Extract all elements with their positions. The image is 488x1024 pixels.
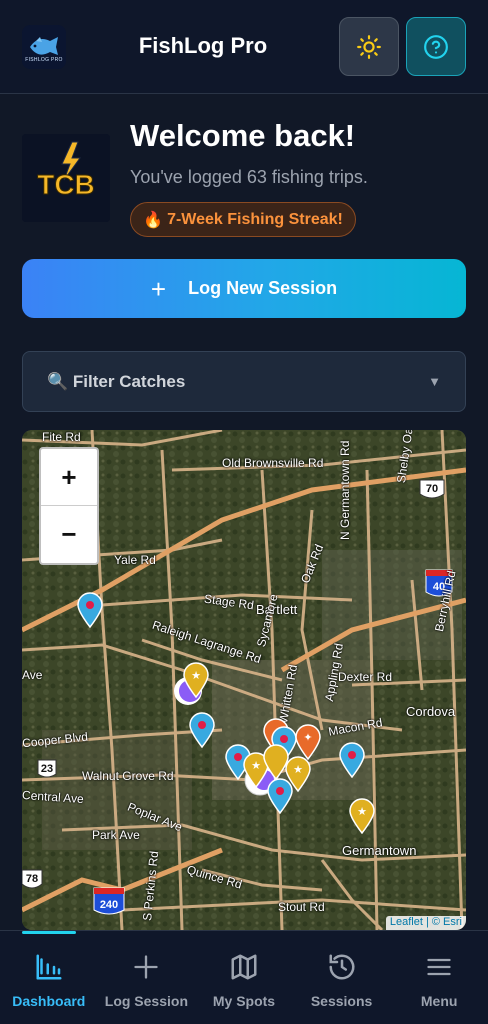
svg-text:★: ★ bbox=[251, 760, 261, 772]
avatar: TCB bbox=[22, 134, 110, 222]
log-new-session-label: Log New Session bbox=[188, 278, 338, 298]
nav-dashboard[interactable]: Dashboard bbox=[0, 931, 98, 1024]
map-attribution[interactable]: Leaflet | © Esri bbox=[385, 916, 466, 930]
log-new-session-button[interactable]: + Log New Session bbox=[22, 259, 466, 318]
bottom-nav: Dashboard Log Session My Spots Sessions bbox=[0, 930, 488, 1024]
nav-label: Menu bbox=[420, 993, 458, 1009]
us70-shield: 70 bbox=[426, 483, 438, 495]
avatar-text: TCB bbox=[37, 169, 95, 200]
app-title: FishLog Pro bbox=[138, 33, 268, 58]
zoom-out-button[interactable]: − bbox=[41, 506, 97, 563]
map-pin-yellow[interactable]: ★ bbox=[182, 662, 210, 698]
fire-icon: 🔥 bbox=[143, 211, 164, 229]
map-pin-yellow[interactable]: ★ bbox=[348, 798, 376, 834]
map-pin-blue[interactable] bbox=[188, 712, 216, 748]
app-logo: FISHLOG PRO bbox=[22, 25, 66, 69]
plus-icon bbox=[134, 955, 159, 979]
chevron-down-icon: ▼ bbox=[428, 374, 441, 389]
nav-label: My Spots bbox=[212, 993, 276, 1009]
nav-log-session[interactable]: Log Session bbox=[98, 931, 196, 1024]
nav-label: Dashboard bbox=[12, 993, 86, 1009]
menu-icon bbox=[427, 958, 451, 976]
map-icon bbox=[231, 954, 257, 980]
map-label: Germantown bbox=[342, 843, 417, 858]
welcome-title: Welcome back! bbox=[130, 118, 356, 153]
logo-text: FISHLOG PRO bbox=[25, 57, 63, 63]
filter-label-text: Filter Catches bbox=[72, 372, 186, 391]
r23-shield: 23 bbox=[41, 763, 53, 775]
app-header: FISHLOG PRO FishLog Pro bbox=[0, 0, 488, 94]
help-circle-icon bbox=[424, 34, 448, 59]
zoom-in-button[interactable]: + bbox=[41, 449, 97, 506]
filter-catches-dropdown[interactable]: 🔍 Filter Catches ▼ bbox=[22, 351, 466, 412]
map-pin-orange[interactable]: ✦ bbox=[294, 724, 322, 760]
map-label: Stout Rd bbox=[278, 900, 325, 914]
catch-map[interactable]: 70 40 240 78 23 Fite Rd Old Brownsville … bbox=[22, 430, 466, 930]
svg-text:★: ★ bbox=[293, 764, 303, 776]
nav-sessions[interactable]: Sessions bbox=[293, 931, 391, 1024]
nav-label: Log Session bbox=[104, 993, 188, 1009]
bar-chart-icon bbox=[36, 954, 62, 980]
map-label: Ave bbox=[22, 668, 43, 682]
map-label: Park Ave bbox=[92, 828, 140, 842]
map-pin-blue[interactable] bbox=[266, 778, 294, 814]
search-icon: 🔍 bbox=[47, 372, 69, 391]
map-label: Walnut Grove Rd bbox=[82, 769, 174, 783]
sun-icon bbox=[357, 34, 381, 59]
streak-text: 7-Week Fishing Streak! bbox=[167, 210, 343, 228]
streak-badge: 🔥 7-Week Fishing Streak! bbox=[130, 202, 356, 237]
filter-label: 🔍 Filter Catches bbox=[47, 372, 185, 392]
map-label: Dexter Rd bbox=[338, 670, 393, 684]
map-pin-blue[interactable] bbox=[338, 742, 366, 778]
plus-icon: + bbox=[150, 273, 167, 304]
theme-toggle-button[interactable] bbox=[339, 17, 399, 76]
map-pin-blue[interactable] bbox=[76, 592, 104, 628]
map-label: Cordova bbox=[406, 704, 456, 719]
svg-text:★: ★ bbox=[357, 806, 367, 818]
history-icon bbox=[329, 954, 355, 980]
tcb-logo-icon: TCB bbox=[22, 134, 110, 222]
us78-shield: 78 bbox=[26, 873, 38, 885]
svg-text:★: ★ bbox=[191, 670, 201, 682]
nav-menu[interactable]: Menu bbox=[390, 931, 488, 1024]
nav-label: Sessions bbox=[310, 993, 373, 1009]
help-button[interactable] bbox=[406, 17, 466, 76]
zoom-control: + − bbox=[39, 447, 99, 565]
trip-count-text: You've logged 63 fishing trips. bbox=[130, 167, 368, 187]
map-label: Old Brownsville Rd bbox=[222, 456, 324, 470]
svg-text:✦: ✦ bbox=[303, 732, 312, 744]
map-label: Yale Rd bbox=[114, 553, 156, 567]
nav-my-spots[interactable]: My Spots bbox=[195, 931, 293, 1024]
i240-shield: 240 bbox=[100, 899, 118, 911]
map-label: N Germantown Rd bbox=[338, 440, 352, 540]
map-label: Fite Rd bbox=[42, 430, 81, 444]
